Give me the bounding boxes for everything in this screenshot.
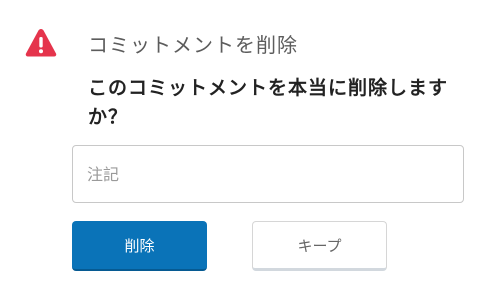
- note-input[interactable]: [72, 145, 464, 203]
- dialog-header: コミットメントを削除: [24, 26, 298, 60]
- confirmation-question: このコミットメントを本当に削除しますか？: [88, 77, 449, 128]
- dialog-title: コミットメントを削除: [88, 32, 298, 57]
- delete-commitment-dialog: コミットメントを削除 このコミットメントを本当に削除しますか？ 削除 キープ: [0, 0, 492, 288]
- delete-button[interactable]: 削除: [72, 221, 207, 271]
- keep-button[interactable]: キープ: [252, 221, 387, 271]
- warning-triangle-icon: [24, 26, 58, 60]
